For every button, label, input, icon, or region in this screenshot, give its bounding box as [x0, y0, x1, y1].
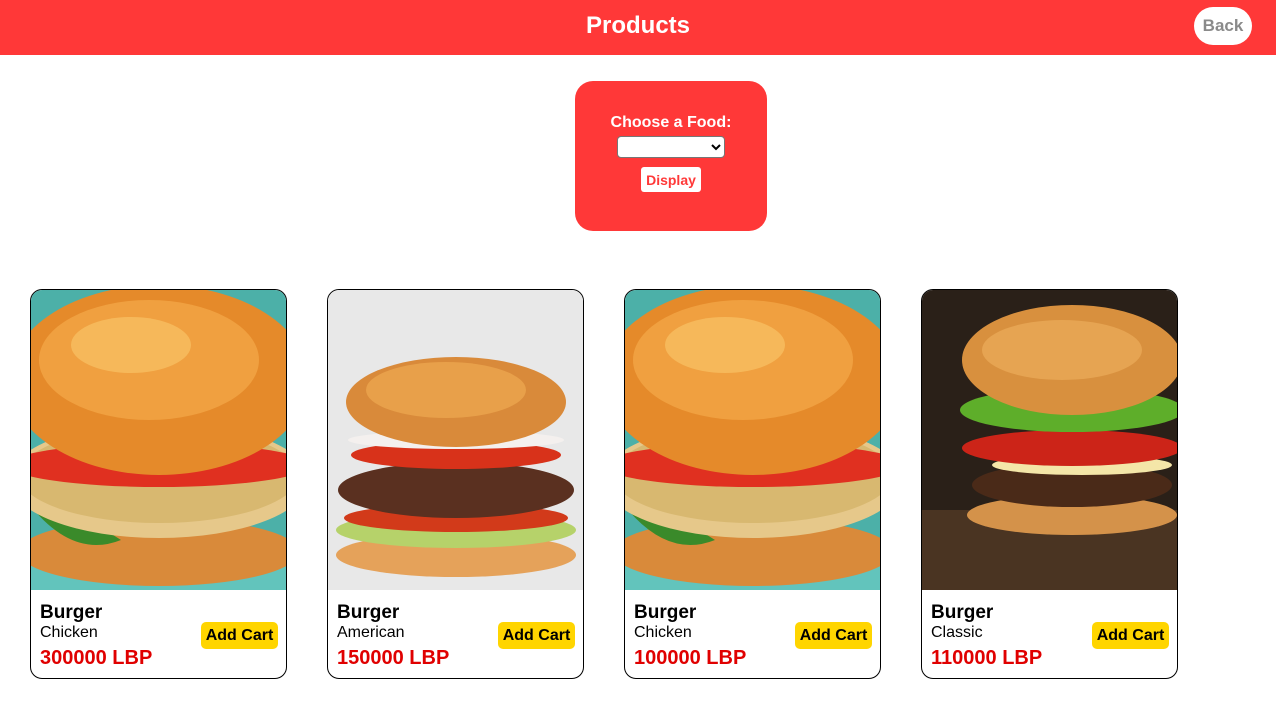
- product-name: Burger: [40, 602, 103, 623]
- add-cart-button[interactable]: Add Cart: [201, 622, 278, 649]
- product-card: Burger American 150000 LBP Add Cart: [327, 289, 584, 679]
- product-price: 300000 LBP: [40, 647, 153, 669]
- product-price: 150000 LBP: [337, 647, 450, 669]
- page-title: Products: [585, 12, 690, 39]
- classic-burger-image: [922, 290, 1177, 590]
- product-card: Burger Chicken 300000 LBP Add Cart: [30, 289, 287, 679]
- food-select[interactable]: [617, 136, 725, 158]
- product-variant: Classic: [931, 624, 983, 641]
- product-price: 110000 LBP: [931, 647, 1043, 669]
- chicken-burger-image: [625, 290, 880, 590]
- top-bar: Products Back: [0, 0, 1276, 55]
- add-cart-button[interactable]: Add Cart: [1092, 622, 1169, 649]
- american-burger-image: [328, 290, 583, 590]
- display-button[interactable]: Display: [641, 167, 701, 192]
- choose-food-label: Choose a Food:: [610, 114, 732, 131]
- product-card: Burger Chicken 100000 LBP Add Cart: [624, 289, 881, 679]
- product-variant: Chicken: [40, 624, 98, 641]
- back-button[interactable]: Back: [1194, 7, 1252, 45]
- product-variant: Chicken: [634, 624, 692, 641]
- add-cart-button[interactable]: Add Cart: [498, 622, 575, 649]
- product-name: Burger: [634, 602, 697, 623]
- product-name: Burger: [931, 602, 994, 623]
- food-chooser-panel: Choose a Food: Display: [575, 81, 767, 231]
- chicken-burger-image: [31, 290, 286, 590]
- product-card: Burger Classic 110000 LBP Add Cart: [921, 289, 1178, 679]
- product-variant: American: [337, 624, 405, 641]
- product-price: 100000 LBP: [634, 647, 747, 669]
- add-cart-button[interactable]: Add Cart: [795, 622, 872, 649]
- product-name: Burger: [337, 602, 400, 623]
